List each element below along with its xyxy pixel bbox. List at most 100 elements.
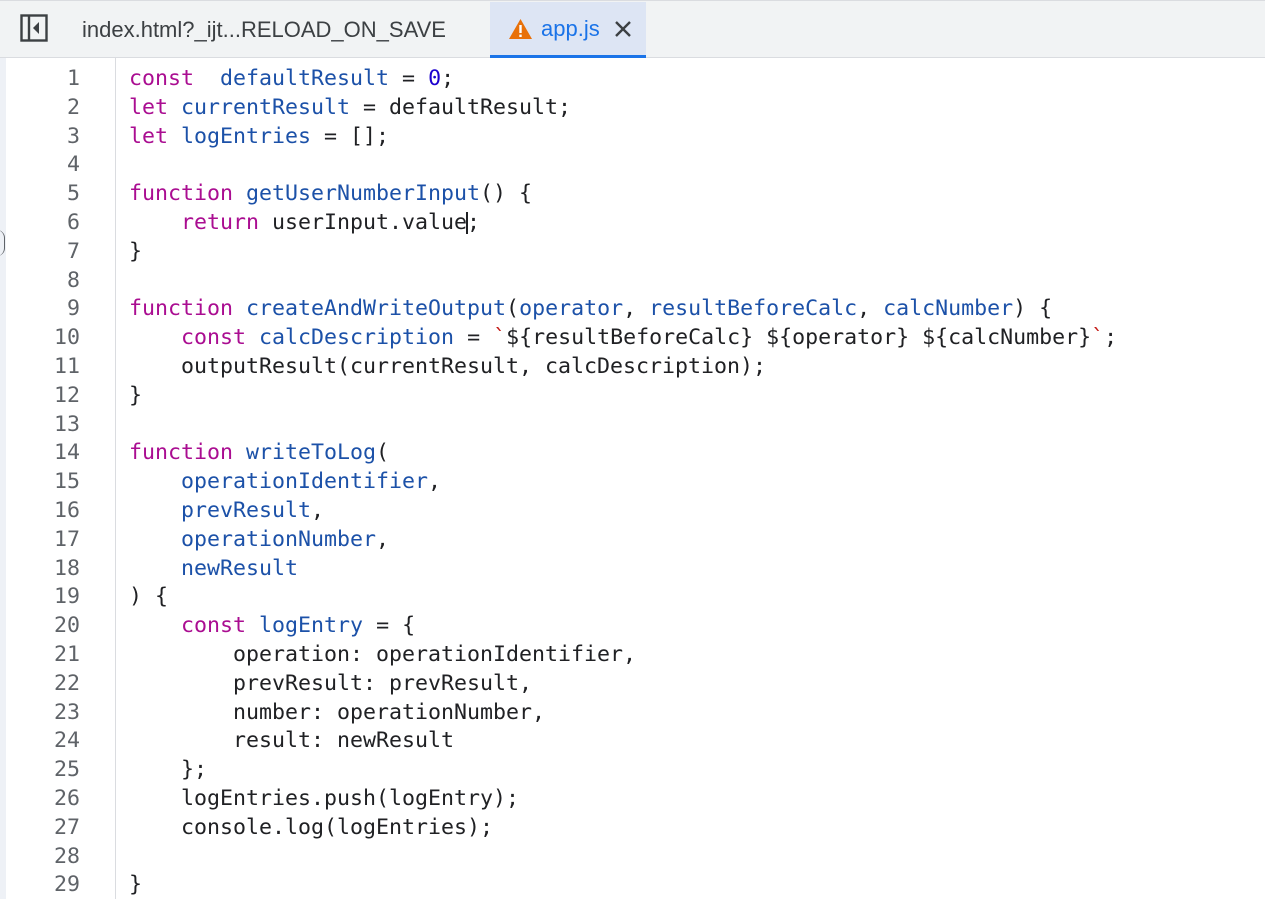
code-line[interactable]: 27 console.log(logEntries); [0,814,1265,843]
code-line[interactable]: 21 operation: operationIdentifier, [0,641,1265,670]
keyword-token: const [181,325,247,351]
code-token: } [129,238,143,264]
code-line[interactable]: 1 const defaultResult = 0; [0,65,1265,94]
code-token: , [428,469,442,495]
code-lines: 1 const defaultResult = 0; 2 let currentRes… [0,65,1265,899]
code-token: ) { [129,584,169,610]
code-line[interactable]: 13 [0,411,1265,440]
tab-label: index.html?_ijt...RELOAD_ON_SAVE [82,17,446,42]
code-token: } [129,872,143,898]
keyword-token: function [129,296,234,322]
identifier-token: operationIdentifier [181,469,429,495]
code-text: outputResult(currentResult, calcDescript… [129,353,766,382]
code-line[interactable]: 12} [0,382,1265,411]
identifier-token: prevResult [181,497,312,523]
line-number: 9 [66,296,80,322]
identifier-token: newResult [181,555,299,581]
code-line[interactable]: 20 const logEntry = { [0,612,1265,641]
code-token: ; [467,209,481,235]
code-line[interactable]: 23 number: operationNumber, [0,699,1265,728]
code-line[interactable]: 19 ) { [0,583,1265,612]
code-text: let currentResult = defaultResult; [129,94,571,123]
code-editor[interactable]: 1 const defaultResult = 0; 2 let currentRes… [0,58,1265,899]
line-number: 2 [66,94,80,120]
code-line[interactable]: 11 outputResult(currentResult, calcDescr… [0,353,1265,382]
tab-index-html[interactable]: index.html?_ijt...RELOAD_ON_SAVE [68,2,490,58]
line-number: 8 [66,267,80,293]
code-token: result: newResult [129,728,455,754]
code-token: userInput.value [259,209,468,235]
code-line[interactable]: 16 prevResult, [0,497,1265,526]
line-number: 13 [53,411,80,437]
line-number: 17 [53,526,80,552]
sidebar-toggle-icon [19,13,49,48]
code-line[interactable]: 22 prevResult: prevResult, [0,670,1265,699]
line-number: 24 [53,728,80,754]
code-text: } [129,871,142,899]
line-number: 7 [66,238,80,264]
code-line[interactable]: 7} [0,238,1265,267]
identifier-token: calcNumber [883,296,1014,322]
line-number: 20 [53,613,80,639]
line-number: 19 [53,584,80,610]
code-line[interactable]: 28 [0,843,1265,872]
sidebar-toggle-button[interactable] [0,2,68,58]
code-line[interactable]: 3 let logEntries = []; [0,123,1265,152]
editor-tab-bar: index.html?_ijt...RELOAD_ON_SAVE app.js [0,0,1265,58]
tab-app-js[interactable]: app.js [490,2,646,58]
line-number: 6 [66,209,80,235]
code-line[interactable]: 10 const calcDescription = `${resultBefo… [0,324,1265,353]
code-token: = [389,66,429,91]
code-line[interactable]: 26 logEntries.push(logEntry); [0,785,1265,814]
code-line[interactable]: 29} [0,871,1265,899]
code-line[interactable]: 24 result: newResult [0,727,1265,756]
identifier-token: calcDescription [259,325,455,351]
keyword-token: function [129,440,234,466]
code-token: ${resultBeforeCalc} ${operator} ${calcNu… [506,325,1092,351]
line-number: 26 [53,785,80,811]
code-text: logEntries.push(logEntry); [129,785,519,814]
line-number: 22 [53,670,80,696]
sources-editor-panel: index.html?_ijt...RELOAD_ON_SAVE app.js [0,0,1265,899]
code-text: const defaultResult = 0; [129,65,454,94]
code-line[interactable]: 18 newResult [0,555,1265,584]
line-number: 12 [53,382,80,408]
line-number: 21 [53,641,80,667]
identifier-token: getUserNumberInput [246,181,481,207]
code-text: }; [129,756,207,785]
code-line[interactable]: 8 [0,267,1265,296]
code-line[interactable]: 6 return userInput.value; [0,209,1265,238]
code-token: logEntries.push(logEntry); [129,785,520,811]
keyword-token: function [129,181,234,207]
code-token: , [376,526,390,552]
code-token: = defaultResult; [350,94,572,120]
code-line[interactable]: 4 [0,151,1265,180]
code-line[interactable]: 25 }; [0,756,1265,785]
identifier-token: createAndWriteOutput [246,296,507,322]
code-line[interactable]: 9 function createAndWriteOutput(operator,… [0,295,1265,324]
line-number: 27 [53,814,80,840]
identifier-token: currentResult [181,94,351,120]
code-line[interactable]: 5 function getUserNumberInput() { [0,180,1265,209]
code-token: ( [506,296,520,322]
code-line[interactable]: 2 let currentResult = defaultResult; [0,94,1265,123]
code-text: console.log(logEntries); [129,814,493,843]
line-number: 11 [53,353,80,379]
line-number: 23 [53,699,80,725]
code-token: number: operationNumber, [129,699,546,725]
close-icon[interactable] [614,20,632,38]
code-token: = [454,325,494,351]
code-line[interactable]: 14 function writeToLog( [0,439,1265,468]
code-text: result: newResult [129,727,454,756]
code-line[interactable]: 17 operationNumber, [0,526,1265,555]
code-token: }; [129,757,208,783]
code-line[interactable]: 15 operationIdentifier, [0,468,1265,497]
